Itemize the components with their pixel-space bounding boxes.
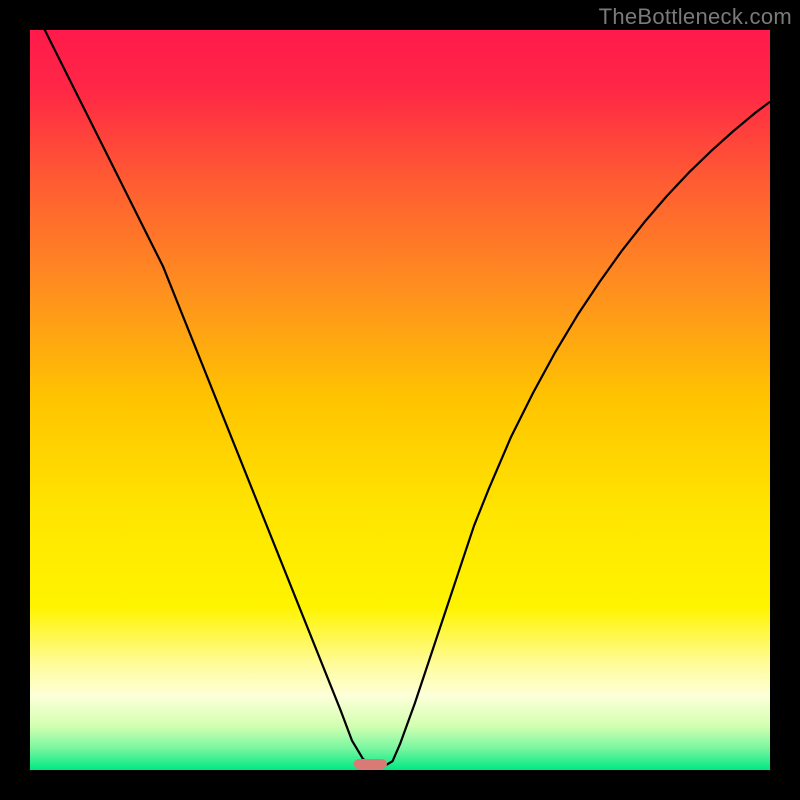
bottleneck-marker — [354, 759, 387, 769]
plot-area — [30, 30, 770, 770]
chart-frame: TheBottleneck.com — [0, 0, 800, 800]
plot-svg — [30, 30, 770, 770]
gradient-background — [30, 30, 770, 770]
watermark-text: TheBottleneck.com — [599, 4, 792, 30]
